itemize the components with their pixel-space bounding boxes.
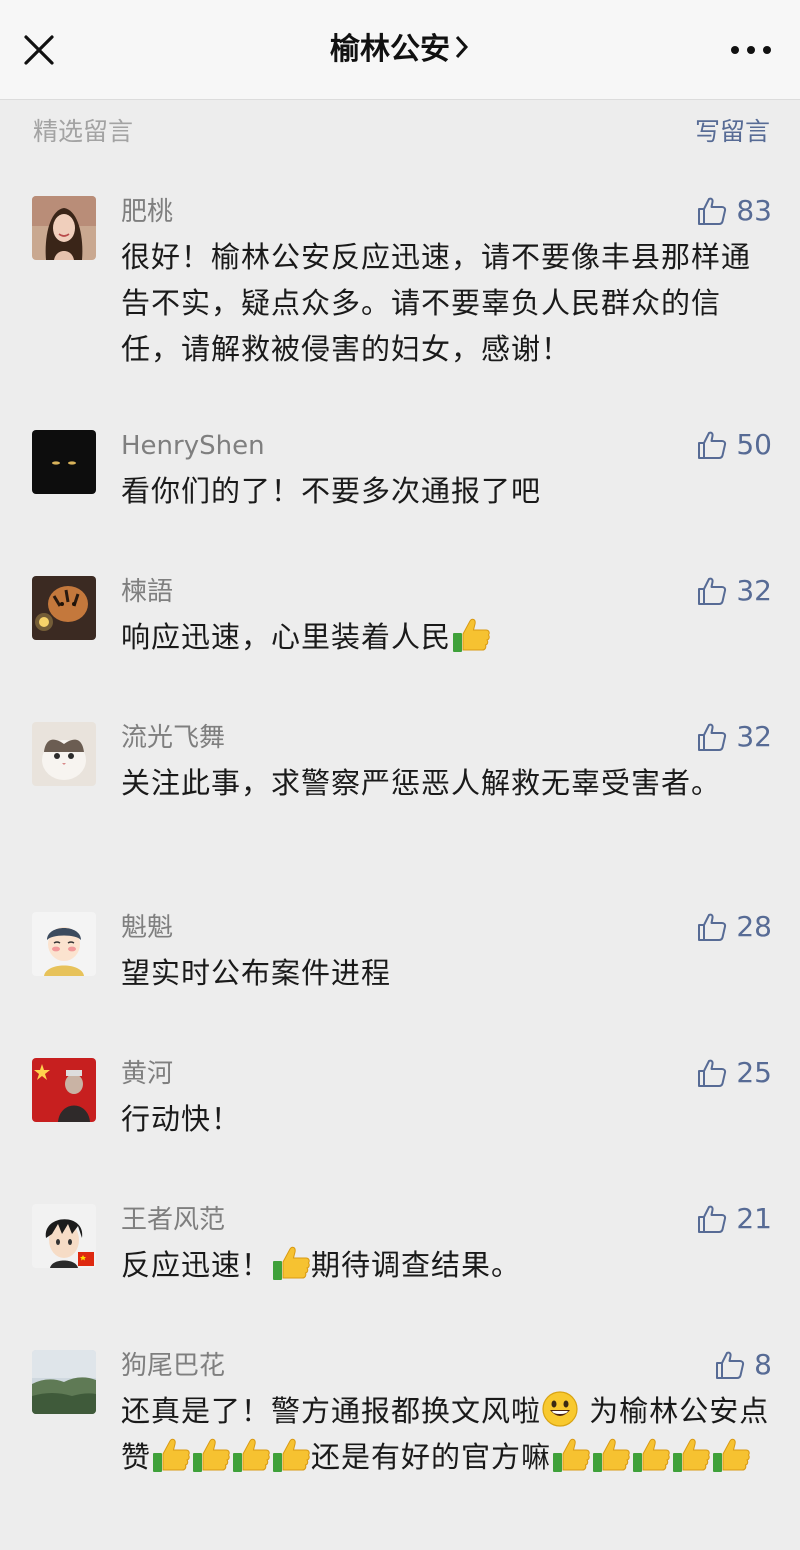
thumbs-up-emoji bbox=[231, 1436, 271, 1474]
comment-text: 还真是了！警方通报都换文风啦 为榆林公安点赞 还是有好的官方嘛 bbox=[121, 1388, 771, 1480]
comment-nickname: HenryShen bbox=[121, 431, 265, 461]
thumbs-up-emoji bbox=[451, 616, 491, 654]
thumbs-up-emoji bbox=[191, 1436, 231, 1474]
thumbs-up-outline-icon bbox=[696, 721, 728, 753]
avatar[interactable] bbox=[32, 1058, 96, 1122]
thumbs-up-outline-icon bbox=[696, 429, 728, 461]
like-count: 32 bbox=[736, 720, 772, 753]
like-button[interactable]: 28 bbox=[696, 910, 772, 944]
thumbs-up-emoji bbox=[591, 1436, 631, 1474]
thumbs-up-outline-icon bbox=[714, 1349, 746, 1381]
avatar[interactable] bbox=[32, 576, 96, 640]
like-count: 32 bbox=[736, 574, 772, 607]
thumbs-up-emoji bbox=[551, 1436, 591, 1474]
like-button[interactable]: 21 bbox=[696, 1202, 772, 1236]
account-title-link[interactable]: 榆林公安 bbox=[0, 30, 800, 71]
chevron-right-icon bbox=[454, 31, 470, 71]
thumbs-up-emoji bbox=[271, 1244, 311, 1282]
like-count: 50 bbox=[736, 428, 772, 461]
page-title: 榆林公安 bbox=[330, 32, 450, 67]
like-count: 83 bbox=[736, 194, 772, 227]
comment-text: 看你们的了！不要多次通报了吧 bbox=[121, 474, 542, 508]
comment-text: 反应迅速！ 期待调查结果。 bbox=[121, 1242, 771, 1288]
thumbs-up-emoji bbox=[151, 1436, 191, 1474]
like-button[interactable]: 50 bbox=[696, 428, 772, 462]
top-bar: 榆林公安 bbox=[0, 0, 800, 100]
like-count: 28 bbox=[736, 910, 772, 943]
thumbs-up-emoji bbox=[711, 1436, 751, 1474]
comment-nickname: 肥桃 bbox=[121, 197, 174, 227]
thumbs-up-emoji bbox=[631, 1436, 671, 1474]
avatar[interactable] bbox=[32, 722, 96, 786]
comment-nickname: 流光飞舞 bbox=[121, 723, 226, 753]
comment-nickname: 黄河 bbox=[121, 1059, 174, 1089]
comment-text: 关注此事，求警察严惩恶人解救无辜受害者。 bbox=[121, 766, 722, 800]
thumbs-up-outline-icon bbox=[696, 575, 728, 607]
like-button[interactable]: 25 bbox=[696, 1056, 772, 1090]
like-button[interactable]: 83 bbox=[696, 194, 772, 228]
comment-text: 行动快！ bbox=[121, 1102, 242, 1136]
comment-text: 望实时公布案件进程 bbox=[121, 956, 392, 990]
like-button[interactable]: 32 bbox=[696, 720, 772, 754]
avatar[interactable] bbox=[32, 1204, 96, 1268]
comment-text: 很好！榆林公安反应迅速，请不要像丰县那样通告不实，疑点众多。请不要辜负人民群众的… bbox=[121, 240, 752, 366]
thumbs-up-outline-icon bbox=[696, 195, 728, 227]
thumbs-up-emoji bbox=[671, 1436, 711, 1474]
comment-nickname: 魁魁 bbox=[121, 913, 174, 943]
like-count: 21 bbox=[736, 1202, 772, 1235]
more-icon[interactable] bbox=[728, 38, 774, 62]
avatar[interactable] bbox=[32, 1350, 96, 1414]
smiley-emoji bbox=[541, 1390, 579, 1428]
comment-text: 响应迅速，心里装着人民 bbox=[121, 614, 771, 660]
avatar[interactable] bbox=[32, 196, 96, 260]
like-button[interactable]: 8 bbox=[714, 1348, 772, 1382]
like-button[interactable]: 32 bbox=[696, 574, 772, 608]
avatar[interactable] bbox=[32, 912, 96, 976]
avatar[interactable] bbox=[32, 430, 96, 494]
featured-comments-label: 精选留言 bbox=[33, 117, 134, 146]
like-count: 8 bbox=[754, 1348, 772, 1381]
like-count: 25 bbox=[736, 1056, 772, 1089]
thumbs-up-outline-icon bbox=[696, 1203, 728, 1235]
thumbs-up-outline-icon bbox=[696, 911, 728, 943]
comment-nickname: 狗尾巴花 bbox=[121, 1351, 226, 1381]
write-comment-link[interactable]: 写留言 bbox=[695, 112, 770, 148]
thumbs-up-emoji bbox=[271, 1436, 311, 1474]
comment-nickname: 楝語 bbox=[121, 577, 174, 607]
comment-nickname: 王者风范 bbox=[121, 1205, 226, 1235]
thumbs-up-outline-icon bbox=[696, 1057, 728, 1089]
